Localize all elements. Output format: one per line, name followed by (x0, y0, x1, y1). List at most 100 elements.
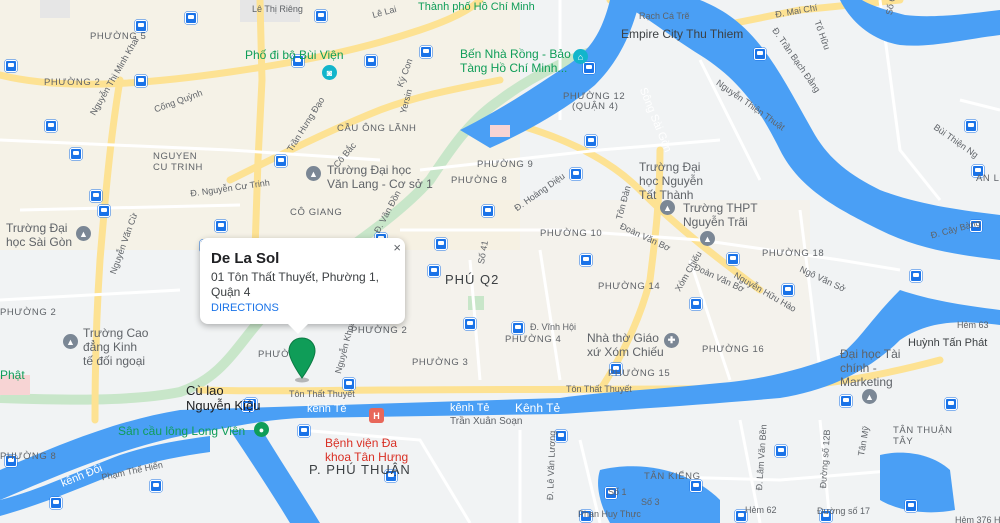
bus-stop-icon[interactable] (945, 398, 957, 410)
ward-label: CẦU ÔNG LÃNH (337, 123, 417, 134)
poi-label[interactable]: Nhà thờ Giáo xứ Xóm Chiếu (587, 331, 664, 359)
bus-stop-icon[interactable] (428, 265, 440, 277)
place-title: De La Sol (211, 250, 280, 267)
ward-label: AN LO (976, 173, 1000, 184)
school-icon[interactable]: ▲ (63, 334, 78, 349)
bus-stop-icon[interactable] (435, 238, 447, 250)
ward-label: PHƯỜNG 15 (608, 368, 671, 379)
poi-label[interactable]: Bến Nhà Rồng - Bảo Tàng Hồ Chí Minh... (460, 47, 585, 75)
ward-label: TÂN KIỂNG (644, 471, 701, 482)
area-label: PHÚ Q2 (445, 272, 500, 287)
ward-label: PHƯỜNG 2 (44, 77, 101, 88)
ward-label: PHƯỜNG 10 (540, 228, 603, 239)
sports-icon[interactable]: ● (254, 422, 269, 437)
bus-stop-icon[interactable] (365, 55, 377, 67)
canal-label: Kênh Tẻ (515, 401, 561, 415)
bus-stop-icon[interactable] (464, 318, 476, 330)
bus-stop-icon[interactable] (215, 220, 227, 232)
ward-label: PHƯỜNG 3 (412, 357, 469, 368)
bus-stop-icon[interactable] (5, 60, 17, 72)
bus-stop-icon[interactable] (570, 168, 582, 180)
bus-stop-icon[interactable] (910, 270, 922, 282)
bus-stop-icon[interactable] (275, 155, 287, 167)
bus-stop-icon[interactable] (690, 298, 702, 310)
bus-stop-icon[interactable] (727, 253, 739, 265)
road-label: Đ. Vĩnh Hội (530, 322, 577, 332)
bus-stop-icon[interactable] (754, 48, 766, 60)
road-label: Phan Huy Thực (578, 509, 641, 519)
school-icon[interactable]: ▲ (76, 226, 91, 241)
canal-label: kênh Tẻ (450, 402, 490, 414)
road-label: Hẻm 63 (957, 320, 989, 330)
location-pin-icon[interactable] (286, 336, 318, 384)
bus-stop-icon[interactable] (98, 205, 110, 217)
school-icon[interactable]: ▲ (660, 200, 675, 215)
road-label: Trần Xuân Soạn (450, 416, 523, 427)
poi-label[interactable]: Trường Cao đẳng Kinh tế đối ngoại (83, 326, 148, 368)
place-info-popup: De La Sol 01 Tôn Thất Thuyết, Phường 1, … (200, 238, 405, 334)
bus-stop-icon[interactable] (512, 322, 524, 334)
bus-stop-icon[interactable] (315, 10, 327, 22)
poi-label[interactable]: Bệnh viện Đa khoa Tân Hưng (325, 436, 408, 464)
road-label: Tôn Thất Thuyết (566, 384, 632, 394)
church-icon[interactable]: ✚ (664, 333, 679, 348)
road-label: Lê Thị Riêng (252, 4, 303, 14)
place-label[interactable]: Empire City Thu Thiem (621, 27, 743, 41)
directions-link[interactable]: DIRECTIONS (211, 302, 279, 314)
ward-label: TÂN THUẬN TÂY (893, 425, 953, 447)
bus-stop-icon[interactable] (585, 135, 597, 147)
bus-stop-icon[interactable] (150, 480, 162, 492)
bus-stop-icon[interactable] (905, 500, 917, 512)
road-label: Tôn Thất Thuyết (289, 389, 355, 399)
bus-stop-icon[interactable] (298, 425, 310, 437)
map-canvas[interactable]: ◙ ⌂ ▲ ▲ ▲ ▲ ▲ ✚ ▲ H ● PHƯỜNG 5 PHƯỜNG 2 … (0, 0, 1000, 523)
bus-stop-icon[interactable] (782, 284, 794, 296)
ward-label: PHƯỜNG 9 (477, 159, 534, 170)
poi-label[interactable]: Sân cầu lông Long Viên (118, 424, 245, 438)
bus-stop-icon[interactable] (840, 395, 852, 407)
poi-label[interactable]: Thành phố Hồ Chí Minh (418, 0, 535, 14)
bus-stop-icon[interactable] (580, 254, 592, 266)
ward-label: (QUẬN 4) (572, 101, 619, 112)
ward-label: PHƯỜNG 16 (702, 344, 765, 355)
poi-label[interactable]: Trường Đại học Nguyễn Tất Thành (639, 160, 703, 202)
bus-stop-icon[interactable] (482, 205, 494, 217)
road-label: Hẻm 62 (745, 505, 777, 515)
ward-label: PHƯỜNG 2 (351, 325, 408, 336)
bus-stop-icon[interactable] (50, 497, 62, 509)
camera-icon[interactable]: ◙ (322, 65, 337, 80)
poi-label[interactable]: Trường Đại học Văn Lang - Cơ sở 1 (327, 163, 433, 191)
bus-stop-icon[interactable] (185, 12, 197, 24)
close-icon[interactable]: × (393, 240, 401, 255)
bus-stop-icon[interactable] (775, 445, 787, 457)
poi-label[interactable]: Trường THPT Nguyễn Trãi (683, 201, 758, 229)
ward-label: PHƯỜNG 18 (762, 248, 825, 259)
hospital-icon[interactable]: H (369, 408, 384, 423)
place-address: 01 Tôn Thất Thuyết, Phường 1, Quận 4 (211, 270, 380, 299)
road-label: Số 3 (641, 497, 660, 507)
road-label: Số 1 (608, 487, 627, 497)
ward-label: PHƯỜNG 8 (451, 175, 508, 186)
bus-stop-icon[interactable] (135, 75, 147, 87)
road-label: Huỳnh Tấn Phát (908, 337, 988, 349)
ward-label: NGUYEN CU TRINH (153, 151, 204, 173)
poi-label[interactable]: Trường Đại học Sài Gòn (6, 221, 72, 249)
school-icon[interactable]: ▲ (862, 389, 877, 404)
bus-stop-icon[interactable] (420, 46, 432, 58)
ward-label: PHƯỜNG 2 (0, 307, 57, 318)
poi-label[interactable]: Đại học Tài chính - Marketing (840, 347, 900, 389)
road-label: Đường số 17 (817, 506, 870, 516)
road-label: Rạch Cá Trẽ (639, 11, 690, 21)
bus-stop-icon[interactable] (965, 120, 977, 132)
area-label: P. PHÚ THUẬN (309, 462, 411, 477)
poi-label[interactable]: Phố đi bộ Bùi Viện (245, 48, 344, 62)
island-label: Cù lao Nguyễn Kiệu (186, 383, 261, 413)
bus-stop-icon[interactable] (90, 190, 102, 202)
school-icon[interactable]: ▲ (306, 166, 321, 181)
bus-stop-icon[interactable] (45, 120, 57, 132)
ward-label: PHƯỜNG 14 (598, 281, 661, 292)
ward-label: PHƯỜNG 8 (0, 451, 57, 462)
canal-label: kênh Tẻ (307, 403, 347, 415)
school-icon[interactable]: ▲ (700, 231, 715, 246)
bus-stop-icon[interactable] (70, 148, 82, 160)
